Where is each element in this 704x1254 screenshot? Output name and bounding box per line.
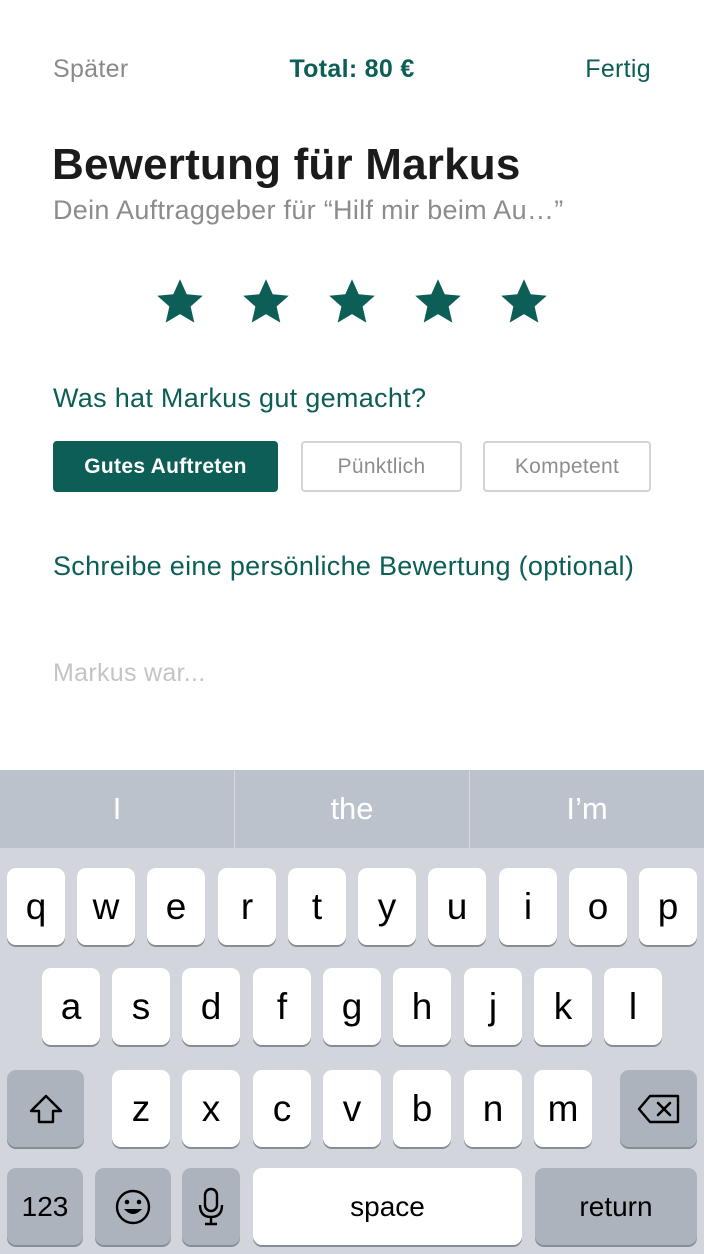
suggestion-2[interactable]: the [235,770,469,848]
emoji-icon [113,1187,153,1227]
key-f[interactable]: f [253,968,311,1045]
key-z[interactable]: z [112,1070,170,1147]
review-input[interactable] [53,652,653,694]
shift-key[interactable] [7,1070,84,1147]
page-title: Bewertung für Markus [52,140,521,189]
return-key[interactable]: return [535,1168,697,1245]
key-r[interactable]: r [218,868,276,945]
tag-kompetent[interactable]: Kompetent [483,441,651,492]
suggestion-1[interactable]: I [0,770,234,848]
star-icon-2[interactable] [240,276,292,328]
key-c[interactable]: c [253,1070,311,1147]
suggestion-bar: I the I’m [0,770,704,848]
key-w[interactable]: w [77,868,135,945]
top-bar: Später Total: 80 € Fertig [0,0,704,140]
star-icon-3[interactable] [326,276,378,328]
backspace-icon [637,1094,681,1124]
tag-gutes-auftreten[interactable]: Gutes Auftreten [53,441,278,492]
key-v[interactable]: v [323,1070,381,1147]
done-button[interactable]: Fertig [585,55,651,84]
key-q[interactable]: q [7,868,65,945]
key-u[interactable]: u [428,868,486,945]
key-p[interactable]: p [639,868,697,945]
key-g[interactable]: g [323,968,381,1045]
space-key[interactable]: space [253,1168,522,1245]
key-o[interactable]: o [569,868,627,945]
key-k[interactable]: k [534,968,592,1045]
page-subtitle: Dein Auftraggeber für “Hilf mir beim Au…… [53,195,564,225]
key-e[interactable]: e [147,868,205,945]
backspace-key[interactable] [620,1070,697,1147]
star-icon-4[interactable] [412,276,464,328]
key-y[interactable]: y [358,868,416,945]
key-s[interactable]: s [112,968,170,1045]
key-i[interactable]: i [499,868,557,945]
microphone-key[interactable] [182,1168,240,1245]
key-j[interactable]: j [464,968,522,1045]
review-prompt: Schreibe eine persönliche Bewertung (opt… [53,551,635,581]
keyboard: I the I’m q w e r t y u i o p a s d f g … [0,770,704,1254]
key-h[interactable]: h [393,968,451,1045]
numbers-key[interactable]: 123 [7,1168,83,1245]
microphone-icon [198,1187,224,1227]
tag-puenktlich[interactable]: Pünktlich [301,441,462,492]
star-rating [0,276,704,332]
emoji-key[interactable] [95,1168,171,1245]
key-t[interactable]: t [288,868,346,945]
key-n[interactable]: n [464,1070,522,1147]
key-m[interactable]: m [534,1070,592,1147]
key-b[interactable]: b [393,1070,451,1147]
suggestion-3[interactable]: I’m [470,770,704,848]
star-icon-5[interactable] [498,276,550,328]
key-x[interactable]: x [182,1070,240,1147]
star-icon-1[interactable] [154,276,206,328]
key-l[interactable]: l [604,968,662,1045]
praise-question: Was hat Markus gut gemacht? [53,383,427,413]
shift-icon [28,1093,64,1125]
key-a[interactable]: a [42,968,100,1045]
key-d[interactable]: d [182,968,240,1045]
